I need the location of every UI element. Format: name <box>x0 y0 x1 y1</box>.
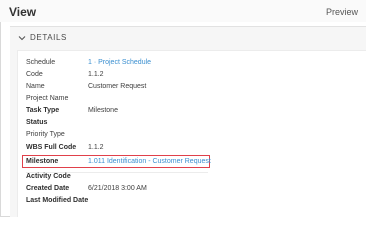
field-label-name: Name <box>26 83 45 90</box>
field-row-name: Name Customer Request <box>26 82 346 92</box>
field-label-created-date: Created Date <box>26 185 70 192</box>
field-label-task-type: Task Type <box>26 107 60 114</box>
field-label-code: Code <box>26 71 43 78</box>
field-label-milestone: Milestone <box>26 158 59 165</box>
field-label-wbs-full-code: WBS Full Code <box>26 144 77 151</box>
view-header: View Preview <box>0 0 366 22</box>
field-value-task-type: Milestone <box>88 107 118 114</box>
field-row-schedule: Schedule 1 · Project Schedule <box>26 58 346 68</box>
field-label-status: Status <box>26 119 48 126</box>
schedule-link[interactable]: 1 · Project Schedule <box>88 58 151 68</box>
chevron-down-icon <box>18 35 26 40</box>
field-row-priority-type: Priority Type <box>26 130 346 140</box>
milestone-link[interactable]: 1.011 Identification - Customer Request <box>88 157 211 167</box>
field-label-project-name: Project Name <box>26 95 69 102</box>
details-section-title: DETAILS <box>30 33 67 42</box>
field-value-name: Customer Request <box>88 83 147 90</box>
field-value-code: 1.1.2 <box>88 71 104 78</box>
field-label-priority-type: Priority Type <box>26 131 65 138</box>
details-section-toggle[interactable]: DETAILS <box>18 33 67 42</box>
field-row-last-modified-date: Last Modified Date <box>26 196 346 206</box>
field-value-created-date: 6/21/2018 3:00 AM <box>88 185 147 192</box>
field-row-project-name: Project Name <box>26 94 346 104</box>
field-row-task-type: Task Type Milestone <box>26 106 346 116</box>
field-label-last-modified-date: Last Modified Date <box>26 197 89 204</box>
field-row-activity-code: Activity Code <box>26 172 346 182</box>
field-label-activity-code: Activity Code <box>26 173 71 180</box>
field-row-wbs-full-code: WBS Full Code 1.1.2 <box>26 143 346 153</box>
preview-button[interactable]: Preview <box>326 7 358 17</box>
field-row-created-date: Created Date 6/21/2018 3:00 AM <box>26 184 346 194</box>
view-title: View <box>9 5 37 19</box>
field-row-status: Status <box>26 118 346 128</box>
field-label-schedule: Schedule <box>26 59 56 66</box>
field-row-milestone: Milestone 1.011 Identification - Custome… <box>26 157 346 167</box>
field-value-wbs-full-code: 1.1.2 <box>88 144 104 151</box>
field-row-code: Code 1.1.2 <box>26 70 346 80</box>
